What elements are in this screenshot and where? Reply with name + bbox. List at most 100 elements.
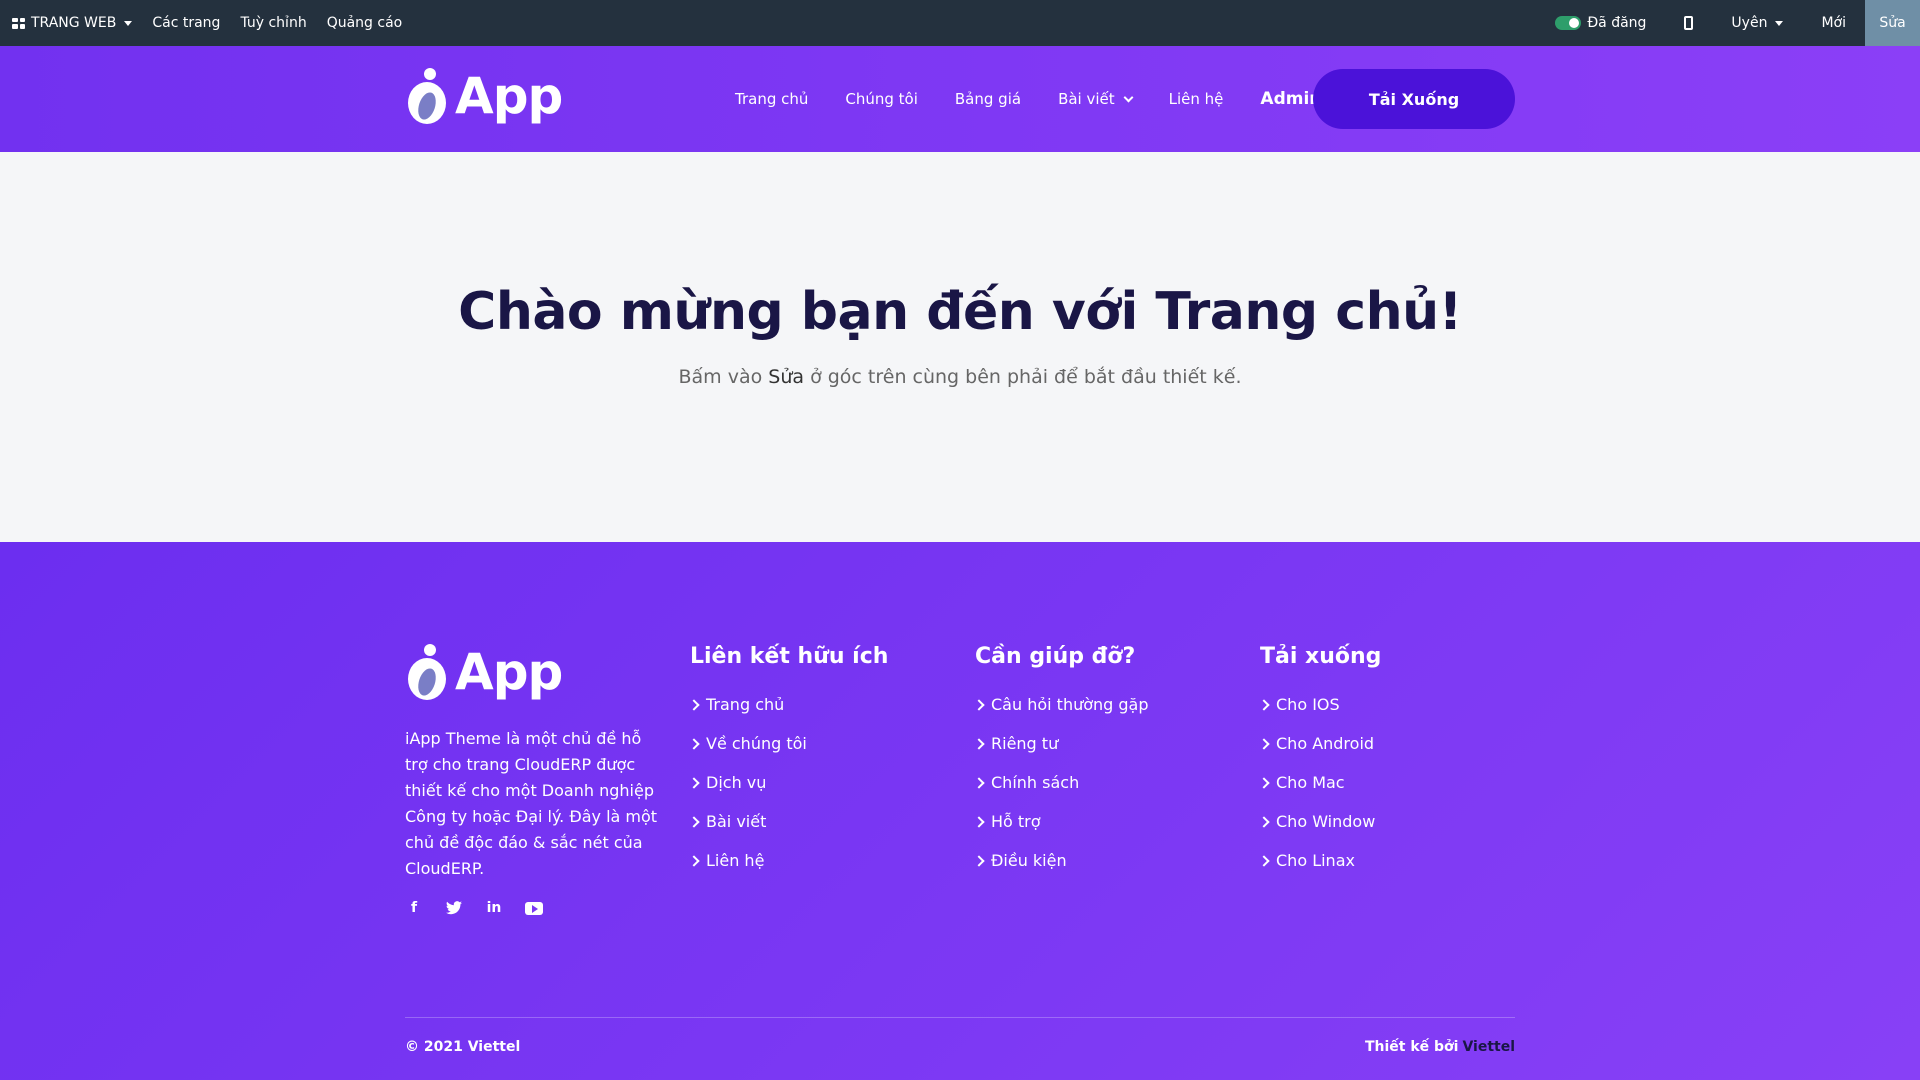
admin-toolbar: TRANG WEB Các trang Tuỳ chỉnh Quảng cáo … <box>0 0 1920 46</box>
footer-link[interactable]: Câu hỏi thường gặp <box>973 695 1149 734</box>
toggle-switch-icon[interactable] <box>1555 16 1582 30</box>
youtube-icon[interactable] <box>525 900 543 916</box>
footer-link[interactable]: Điều kiện <box>973 851 1149 890</box>
hero-section: Chào mừng bạn đến với Trang chủ! Bấm vào… <box>0 152 1920 542</box>
chevron-right-icon <box>1258 738 1270 750</box>
caret-down-icon <box>1775 20 1784 26</box>
site-menu[interactable]: TRANG WEB <box>12 15 133 31</box>
chevron-right-icon <box>688 816 700 828</box>
site-footer: App iApp Theme là một chủ đề hỗ trợ cho … <box>0 542 1920 1080</box>
chevron-right-icon <box>973 855 985 867</box>
footer-link-label: Hỗ trợ <box>991 812 1041 831</box>
hero-subtitle: Bấm vào Sửa ở góc trên cùng bên phải để … <box>0 366 1920 388</box>
nav-home[interactable]: Trang chủ <box>735 90 808 108</box>
footer-link[interactable]: Liên hệ <box>688 851 888 890</box>
footer-link[interactable]: Cho Window <box>1258 812 1381 851</box>
chevron-down-icon <box>1123 92 1134 102</box>
chevron-right-icon <box>973 699 985 711</box>
footer-link-label: Trang chủ <box>706 695 785 714</box>
hero-subtitle-edit: Sửa <box>768 366 805 388</box>
chevron-right-icon <box>1258 855 1270 867</box>
footer-link-label: Chính sách <box>991 773 1080 792</box>
download-button[interactable]: Tải Xuống <box>1313 69 1515 129</box>
twitter-icon[interactable] <box>445 900 463 916</box>
logo-mark-icon <box>405 642 449 702</box>
logo-text: App <box>455 67 563 125</box>
mobile-preview-button[interactable] <box>1665 0 1712 46</box>
credit-prefix: Thiết kế bởi <box>1364 1039 1459 1055</box>
mobile-icon <box>1684 16 1694 30</box>
credit-brand-link[interactable]: Viettel <box>1462 1039 1515 1055</box>
ads-link[interactable]: Quảng cáo <box>327 15 403 31</box>
footer-divider <box>405 1017 1515 1018</box>
facebook-icon[interactable]: f <box>405 900 423 916</box>
footer-link[interactable]: Bài viết <box>688 812 888 851</box>
linkedin-icon[interactable]: in <box>485 900 503 916</box>
user-name: Uyên <box>1731 15 1768 31</box>
footer-column-useful-links: Liên kết hữu ích Trang chủ Về chúng tôi … <box>688 642 889 890</box>
logo-text: App <box>455 643 563 701</box>
footer-link[interactable]: Cho Linax <box>1258 851 1381 890</box>
pages-link[interactable]: Các trang <box>152 15 220 31</box>
footer-link[interactable]: Cho Android <box>1258 734 1381 773</box>
new-button[interactable]: Mới <box>1802 0 1865 46</box>
footer-column-downloads: Tải xuống Cho IOS Cho Android Cho Mac Ch… <box>1258 642 1382 890</box>
footer-logo[interactable]: App <box>405 642 563 702</box>
nav-contact[interactable]: Liên hệ <box>1169 90 1224 108</box>
chevron-right-icon <box>973 816 985 828</box>
footer-link-label: Về chúng tôi <box>706 734 807 753</box>
nav-posts[interactable]: Bài viết <box>1058 90 1134 108</box>
edit-button[interactable]: Sửa <box>1865 0 1920 46</box>
chevron-right-icon <box>1258 816 1270 828</box>
footer-link-label: Bài viết <box>706 812 767 831</box>
footer-column-title: Tải xuống <box>1260 644 1382 669</box>
footer-column-title: Cần giúp đỡ? <box>975 644 1136 669</box>
nav-about[interactable]: Chúng tôi <box>845 90 918 108</box>
grid-icon <box>12 17 25 29</box>
customize-link[interactable]: Tuỳ chỉnh <box>240 15 306 31</box>
designer-credit: Thiết kế bởi Viettel <box>1365 1039 1515 1055</box>
caret-down-icon <box>124 20 133 26</box>
footer-link-label: Dịch vụ <box>706 773 767 792</box>
footer-link-label: Liên hệ <box>706 851 765 870</box>
publish-status-label: Đã đăng <box>1587 15 1647 31</box>
footer-link-label: Câu hỏi thường gặp <box>991 695 1149 714</box>
site-header: App Trang chủ Chúng tôi Bảng giá Bài viế… <box>0 46 1920 152</box>
footer-link[interactable]: Cho IOS <box>1258 695 1381 734</box>
footer-about-text: iApp Theme là một chủ đề hỗ trợ cho tran… <box>405 729 658 878</box>
footer-link[interactable]: Trang chủ <box>688 695 888 734</box>
chevron-right-icon <box>688 699 700 711</box>
chevron-right-icon <box>688 855 700 867</box>
footer-column-help: Cần giúp đỡ? Câu hỏi thường gặp Riêng tư… <box>973 642 1149 890</box>
footer-link[interactable]: Cho Mac <box>1258 773 1381 812</box>
footer-link[interactable]: Về chúng tôi <box>688 734 888 773</box>
site-menu-label: TRANG WEB <box>31 15 117 31</box>
chevron-right-icon <box>1258 777 1270 789</box>
site-logo[interactable]: App <box>405 66 563 126</box>
hero-subtitle-before: Bấm vào <box>678 366 769 388</box>
footer-link-label: Cho Window <box>1276 812 1376 831</box>
footer-link[interactable]: Dịch vụ <box>688 773 888 812</box>
publish-toggle[interactable]: Đã đăng <box>1536 0 1665 46</box>
chevron-right-icon <box>973 738 985 750</box>
footer-link[interactable]: Hỗ trợ <box>973 812 1149 851</box>
footer-column-title: Liên kết hữu ích <box>690 644 889 669</box>
nav-pricing[interactable]: Bảng giá <box>955 90 1021 108</box>
main-nav: Trang chủ Chúng tôi Bảng giá Bài viết Li… <box>735 46 1340 152</box>
logo-mark-icon <box>405 66 449 126</box>
chevron-right-icon <box>973 777 985 789</box>
footer-link[interactable]: Riêng tư <box>973 734 1149 773</box>
footer-link[interactable]: Chính sách <box>973 773 1149 812</box>
chevron-right-icon <box>1258 699 1270 711</box>
footer-link-label: Cho Linax <box>1276 851 1355 870</box>
footer-link-label: Cho Mac <box>1276 773 1345 792</box>
hero-title: Chào mừng bạn đến với Trang chủ! <box>458 282 1462 342</box>
copyright-text: © 2021 Viettel <box>405 1039 521 1055</box>
user-menu[interactable]: Uyên <box>1712 0 1802 46</box>
footer-link-label: Riêng tư <box>991 734 1059 753</box>
chevron-right-icon <box>688 738 700 750</box>
chevron-right-icon <box>688 777 700 789</box>
hero-subtitle-after: ở góc trên cùng bên phải để bắt đầu thiế… <box>804 366 1242 388</box>
footer-link-label: Cho Android <box>1276 734 1375 753</box>
social-links: f in <box>405 900 543 916</box>
